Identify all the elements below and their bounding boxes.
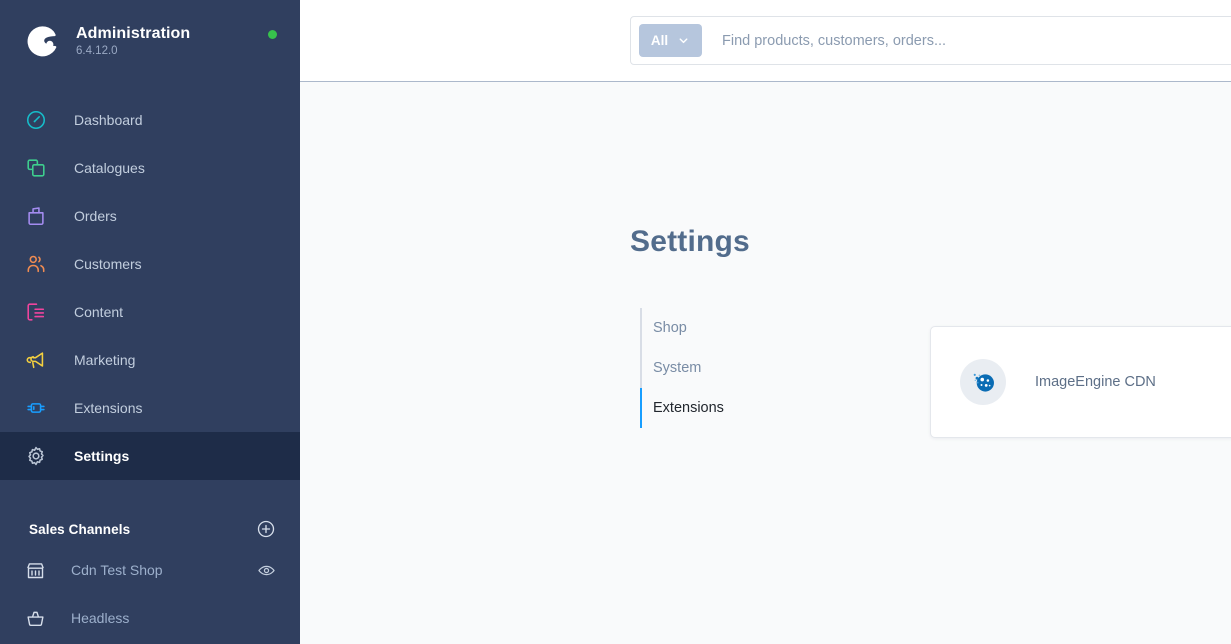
brand-text: Administration 6.4.12.0 [76,24,190,59]
plus-circle-icon[interactable] [256,519,276,539]
main-area: All Settings Shop System [300,0,1231,644]
sales-channel-label: Cdn Test Shop [71,562,163,578]
sidebar-item-customers[interactable]: Customers [0,240,300,288]
sidebar-item-label: Orders [74,207,117,224]
tab-system[interactable]: System [640,348,870,388]
top-bar: All [300,0,1231,82]
app-root: Administration 6.4.12.0 Dashboard Catalo… [0,0,1231,644]
sidebar-item-label: Content [74,303,124,320]
tab-extensions[interactable]: Extensions [640,388,870,428]
sidebar-item-label: Marketing [74,351,136,368]
eye-icon[interactable] [257,561,276,580]
tab-shop[interactable]: Shop [640,308,870,348]
marketing-icon [25,349,55,371]
brand-title: Administration [76,24,191,42]
content-icon [25,301,55,323]
catalogues-icon [25,157,55,179]
search-scope-label: All [650,33,669,48]
status-dot-online [268,30,277,39]
sidebar-item-label: Dashboard [74,111,143,128]
dashboard-icon [25,109,55,131]
main-navigation: Dashboard Catalogues Orders Customers Co… [0,96,300,480]
sidebar-item-content[interactable]: Content [0,288,300,336]
sidebar-item-dashboard[interactable]: Dashboard [0,96,300,144]
sidebar-item-label: Extensions [74,399,143,416]
sidebar-item-label: Customers [74,255,142,272]
sales-channels-header: Sales Channels [0,512,300,546]
sales-channel-label: Headless [71,610,130,626]
sidebar-item-marketing[interactable]: Marketing [0,336,300,384]
settings-gear-icon [25,445,55,467]
extensions-icon [25,397,55,419]
content-area: Settings Shop System Extensions ImageEng… [300,82,1231,644]
tab-label: System [653,360,702,376]
sidebar-item-settings[interactable]: Settings [0,432,300,480]
imageengine-logo-icon [960,359,1006,405]
sidebar-item-extensions[interactable]: Extensions [0,384,300,432]
extension-card-imageengine-cdn[interactable]: ImageEngine CDN [930,326,1231,438]
shopware-logo-icon [22,21,62,61]
extension-card-label: ImageEngine CDN [1035,374,1156,390]
brand-version: 6.4.12.0 [76,44,118,57]
sales-channels-section: Sales Channels Cdn Test Shop Headless [0,512,300,642]
page-title: Settings [630,225,750,258]
global-search-box[interactable]: All [630,16,1231,65]
orders-icon [25,205,55,227]
sidebar-item-catalogues[interactable]: Catalogues [0,144,300,192]
brand-header[interactable]: Administration 6.4.12.0 [0,0,300,82]
sales-channels-title: Sales Channels [29,521,131,537]
customers-icon [25,253,55,275]
storefront-icon [25,560,53,581]
search-scope-dropdown[interactable]: All [639,24,702,57]
sidebar: Administration 6.4.12.0 Dashboard Catalo… [0,0,300,644]
search-input[interactable] [702,32,1231,49]
sales-channel-item-headless[interactable]: Headless [0,594,300,642]
settings-tab-list: Shop System Extensions [640,308,870,428]
sidebar-item-label: Settings [74,447,130,464]
tab-label: Shop [653,320,687,336]
tab-label: Extensions [653,400,724,416]
sales-channel-item-cdn-test-shop[interactable]: Cdn Test Shop [0,546,300,594]
chevron-down-icon [677,34,690,47]
sidebar-item-orders[interactable]: Orders [0,192,300,240]
sidebar-item-label: Catalogues [74,159,145,176]
basket-icon [25,608,53,629]
